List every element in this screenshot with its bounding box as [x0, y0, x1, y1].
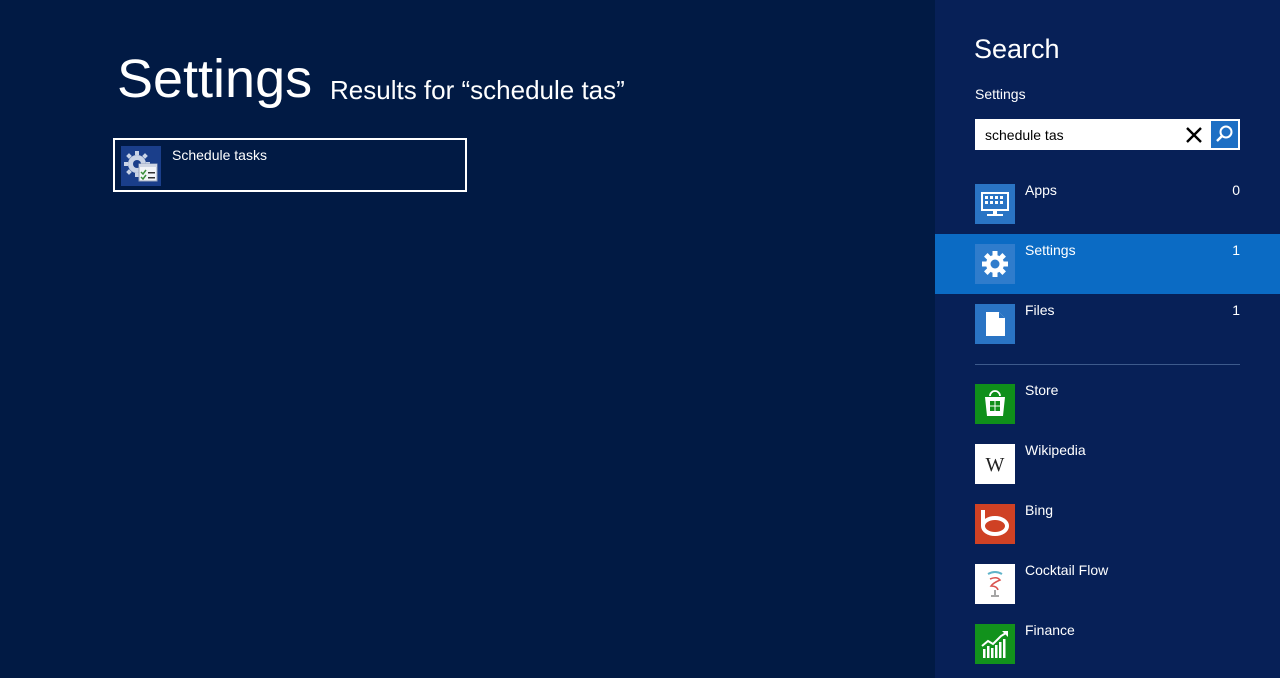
app-label: Wikipedia: [1025, 442, 1086, 458]
apps-icon: [975, 184, 1015, 224]
page-title: Settings: [117, 49, 313, 109]
store-icon: [975, 384, 1015, 424]
app-label: Finance: [1025, 622, 1075, 638]
scope-count: 0: [1232, 182, 1240, 198]
search-icon: [1211, 121, 1238, 148]
finance-icon: [975, 624, 1015, 664]
close-icon: [1182, 123, 1206, 147]
search-panel: Search Settings schedule tas Apps 0 Sett…: [935, 0, 1280, 678]
results-area: Settings Results for “schedule tas” Sche…: [0, 0, 935, 678]
scope-settings[interactable]: Settings 1: [935, 234, 1280, 294]
app-wikipedia[interactable]: W Wikipedia: [935, 434, 1280, 494]
scope-count: 1: [1232, 302, 1240, 318]
file-icon: [975, 304, 1015, 344]
scope-files[interactable]: Files 1: [935, 294, 1280, 354]
search-button[interactable]: [1211, 121, 1238, 148]
search-scope-label: Settings: [975, 86, 1026, 102]
scope-label: Files: [1025, 302, 1055, 318]
clear-search-button[interactable]: [1182, 123, 1206, 147]
wikipedia-icon: W: [975, 444, 1015, 484]
result-schedule-tasks[interactable]: Schedule tasks: [113, 138, 467, 192]
scope-label: Settings: [1025, 242, 1076, 258]
scope-count: 1: [1232, 242, 1240, 258]
app-label: Cocktail Flow: [1025, 562, 1109, 578]
app-store[interactable]: Store: [935, 374, 1280, 434]
search-input[interactable]: [975, 119, 1185, 150]
app-label: Bing: [1025, 502, 1054, 518]
scope-apps[interactable]: Apps 0: [935, 174, 1280, 234]
cocktail-flow-icon: [975, 564, 1015, 604]
app-finance[interactable]: Finance: [935, 614, 1280, 674]
divider: [975, 364, 1240, 365]
bing-icon: [975, 504, 1015, 544]
result-label: Schedule tasks: [172, 147, 267, 163]
app-label: Store: [1025, 382, 1059, 398]
search-panel-title: Search: [974, 34, 1060, 64]
app-bing[interactable]: Bing: [935, 494, 1280, 554]
schedule-tasks-icon: [121, 146, 161, 186]
app-cocktail-flow[interactable]: Cocktail Flow: [935, 554, 1280, 614]
svg-text:W: W: [986, 454, 1005, 476]
search-box: [975, 119, 1240, 150]
gear-icon: [975, 244, 1015, 284]
results-for-label: Results for “schedule tas”: [330, 75, 625, 105]
scope-label: Apps: [1025, 182, 1057, 198]
